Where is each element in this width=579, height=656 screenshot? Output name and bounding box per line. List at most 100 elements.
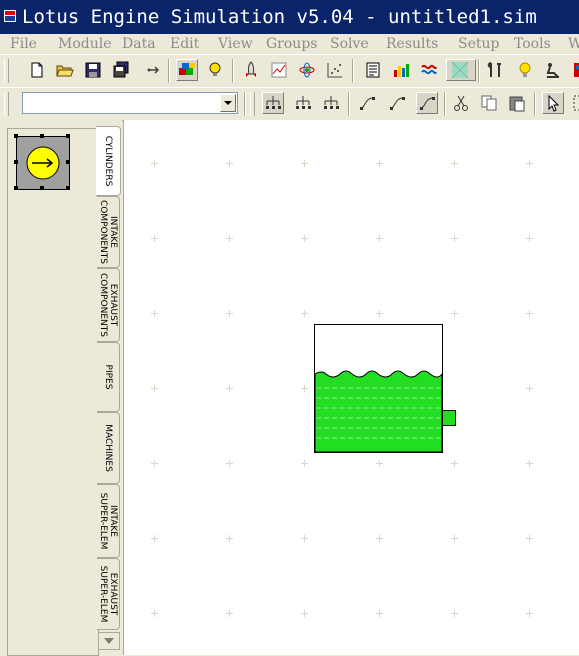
menu-edit[interactable]: Edit	[170, 35, 199, 53]
grid-marker	[376, 235, 383, 242]
grid-marker	[526, 235, 533, 242]
menu-data[interactable]: Data	[122, 35, 156, 53]
cylinder-icon[interactable]	[14, 134, 70, 190]
tree-flat-icon[interactable]	[292, 92, 314, 114]
copy-icon[interactable]	[478, 92, 500, 114]
menu-solve[interactable]: Solve	[330, 35, 369, 53]
chevron-down-icon[interactable]	[220, 94, 236, 112]
grid-marker	[226, 385, 233, 392]
grid-marker	[376, 535, 383, 542]
menu-view[interactable]: View	[218, 35, 253, 53]
toolbar-grip[interactable]	[4, 92, 9, 116]
grid-marker	[151, 385, 158, 392]
grid-marker	[301, 160, 308, 167]
grid-marker	[301, 310, 308, 317]
main-toolbar	[0, 54, 579, 88]
atom-icon[interactable]	[296, 59, 318, 81]
grid-marker	[226, 535, 233, 542]
grid-marker	[226, 460, 233, 467]
menu-file[interactable]: File	[10, 35, 37, 53]
menu-results[interactable]: Results	[386, 35, 438, 53]
tab-intake-super-elem[interactable]: INTAKE SUPER-ELEM	[97, 484, 120, 558]
palette-pane	[7, 128, 99, 656]
tab-exhaust-super-elem[interactable]: EXHAUST SUPER-ELEM	[97, 558, 120, 630]
grid-marker	[151, 160, 158, 167]
menu-module[interactable]: Module	[58, 35, 112, 53]
tab-label: CYLINDERS	[103, 135, 113, 187]
tab-exhaust-components[interactable]: EXHAUST COMPONENTS	[97, 268, 120, 342]
toolbar-grip[interactable]	[4, 59, 9, 83]
edit-toolbar	[0, 87, 579, 121]
link-curve-alt-icon[interactable]	[386, 92, 408, 114]
paste-icon[interactable]	[506, 92, 528, 114]
tab-label: EXHAUST COMPONENTS	[98, 272, 118, 338]
report-icon[interactable]	[362, 59, 384, 81]
lightbulb-icon[interactable]	[514, 59, 536, 81]
cut-icon[interactable]	[450, 92, 472, 114]
link-curve-pressed-icon[interactable]	[416, 92, 438, 114]
arrow-tool-icon[interactable]	[142, 59, 164, 81]
tab-label: INTAKE COMPONENTS	[98, 199, 118, 265]
window-title: Lotus Engine Simulation v5.04 - untitled…	[22, 6, 537, 28]
graph-grid-icon[interactable]	[268, 59, 290, 81]
tree-down-icon[interactable]	[262, 92, 284, 114]
select-box-icon[interactable]	[570, 92, 579, 114]
wave-plot-icon[interactable]	[418, 59, 440, 81]
tab-machines[interactable]: MACHINES	[97, 412, 120, 484]
gradient-icon[interactable]	[446, 59, 476, 81]
save-icon[interactable]	[82, 59, 104, 81]
book-icon[interactable]	[570, 59, 579, 81]
tab-cylinders[interactable]: CYLINDERS	[96, 126, 121, 196]
tab-label: MACHINES	[103, 424, 113, 472]
grid-marker	[151, 460, 158, 467]
bulb-badge-icon[interactable]	[204, 59, 226, 81]
grid-marker	[226, 235, 233, 242]
save-all-icon[interactable]	[110, 59, 132, 81]
grid-marker	[526, 310, 533, 317]
pointer-icon[interactable]	[542, 92, 564, 114]
menu-groups[interactable]: Groups	[266, 35, 317, 53]
open-folder-icon[interactable]	[54, 59, 76, 81]
grid-marker	[526, 160, 533, 167]
cylinder-gauge-icon	[26, 146, 60, 180]
grid-marker	[526, 610, 533, 617]
new-file-icon[interactable]	[26, 59, 48, 81]
tools-icon[interactable]	[484, 59, 506, 81]
bar-chart-icon[interactable]	[390, 59, 412, 81]
grid-marker	[376, 610, 383, 617]
machine-icon[interactable]	[542, 59, 564, 81]
grid-marker	[451, 310, 458, 317]
grid-marker	[451, 610, 458, 617]
rocket-icon[interactable]	[240, 59, 262, 81]
grid-marker	[301, 535, 308, 542]
grid-marker	[226, 310, 233, 317]
menu-tools[interactable]: Tools	[514, 35, 551, 53]
scatter-plot-icon[interactable]	[324, 59, 346, 81]
grid-marker	[151, 610, 158, 617]
grid-marker	[151, 235, 158, 242]
tab-pipes[interactable]: PIPES	[97, 342, 120, 412]
grid-marker	[151, 535, 158, 542]
grid-marker	[301, 610, 308, 617]
cube-model-icon[interactable]	[176, 59, 198, 81]
lotus-app-icon[interactable]	[4, 10, 16, 22]
chevron-down-icon	[104, 638, 114, 644]
link-curve-icon[interactable]	[356, 92, 378, 114]
tab-intake-components[interactable]: INTAKE COMPONENTS	[97, 196, 120, 268]
tab-label: EXHAUST SUPER-ELEM	[98, 565, 118, 623]
grid-marker	[526, 535, 533, 542]
menu-bar: File Module Data Edit View Groups Solve …	[0, 34, 579, 54]
grid-marker	[451, 535, 458, 542]
grid-marker	[301, 460, 308, 467]
tabs-scroll-down-button[interactable]	[98, 632, 120, 650]
grid-marker	[301, 385, 308, 392]
menu-setup[interactable]: Setup	[458, 35, 499, 53]
module-select[interactable]	[22, 92, 238, 114]
plenum-tank[interactable]	[314, 324, 443, 453]
grid-marker	[451, 235, 458, 242]
toolbar-grip[interactable]	[250, 92, 255, 116]
menu-window[interactable]: W	[568, 35, 579, 53]
plenum-port[interactable]	[442, 410, 456, 426]
tree-up-icon[interactable]	[320, 92, 342, 114]
grid-marker	[376, 160, 383, 167]
